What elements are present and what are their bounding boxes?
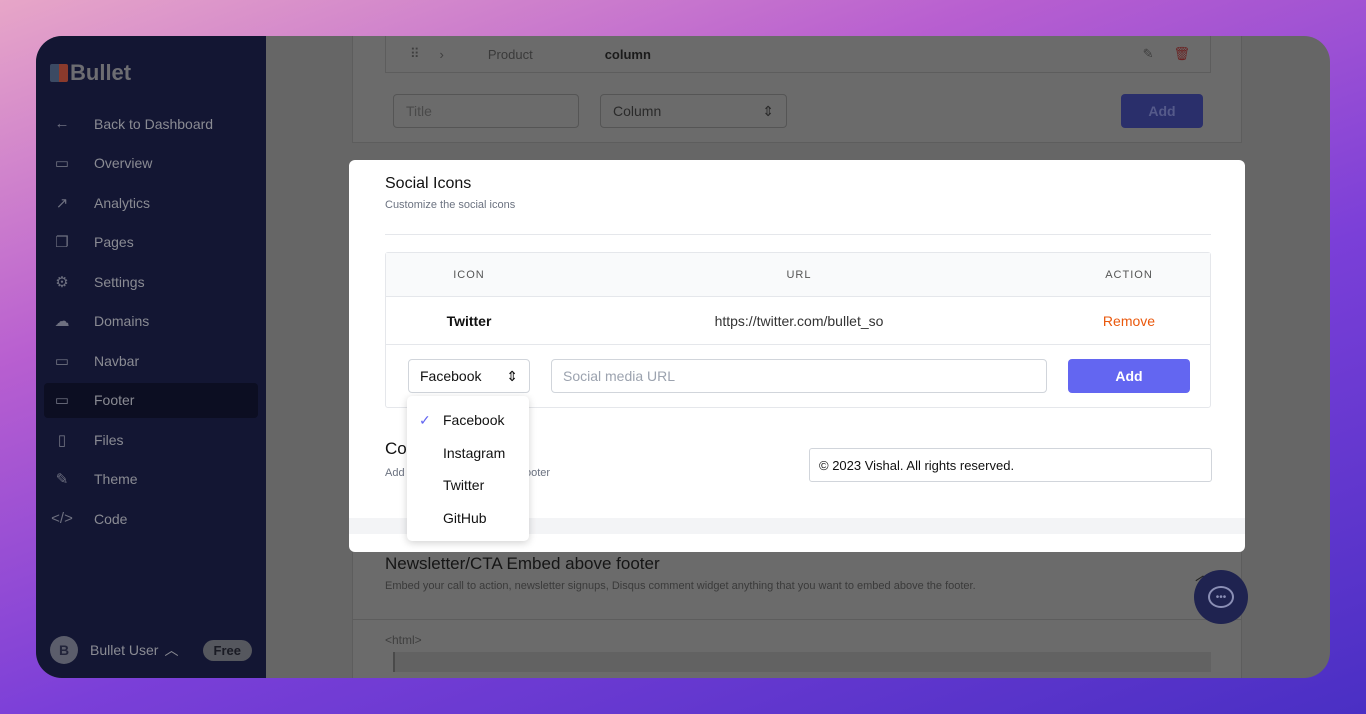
pages-icon: ❐ — [55, 234, 69, 251]
label: Back to Dashboard — [94, 115, 214, 132]
brand-name: Bullet — [70, 60, 132, 85]
newsletter-title: Newsletter/CTA Embed above footer — [385, 554, 660, 573]
divider — [353, 619, 1241, 620]
sidebar: Bullet ← Back to Dashboard ▭ Overview ↗ Ana… — [36, 36, 266, 678]
add-column-button[interactable]: Add — [1121, 94, 1203, 128]
option-twitter[interactable]: Twitter — [407, 469, 529, 502]
label: Domains — [94, 313, 150, 329]
option-github[interactable]: GitHub — [407, 502, 529, 535]
label: Overview — [94, 155, 153, 171]
modal-title: Social Icons — [385, 175, 472, 192]
code-label: <html> — [385, 633, 422, 647]
label: Settings — [94, 273, 145, 290]
app-window: Bullet ← Back to Dashboard ▭ Overview ↗ Ana… — [36, 36, 1330, 678]
sidebar-item-navbar[interactable]: ▭ Navbar — [44, 343, 258, 378]
column-select[interactable]: Column ⇕ — [600, 94, 787, 128]
trend-icon: ↗ — [55, 194, 69, 212]
divider — [385, 234, 1211, 235]
table-row: Twitter https://twitter.com/bullet_so Remo… — [386, 297, 1210, 345]
col-action: ACTION — [1105, 269, 1153, 281]
table-header: ICON URL ACTION — [386, 253, 1210, 297]
trash-icon[interactable]: 🗑 — [1173, 46, 1190, 62]
code-icon: </> — [51, 510, 73, 527]
sidebar-item-pages[interactable]: ❐ Pages — [44, 225, 258, 260]
option-instagram[interactable]: Instagram — [407, 437, 529, 470]
row-name: Product — [487, 46, 533, 62]
copyright-desc: Add — [385, 467, 405, 479]
cloud-icon: ☁ — [54, 313, 70, 330]
social-icons-modal: Social Icons Customize the social icons … — [349, 160, 1245, 552]
presentation-icon: ▭ — [54, 155, 70, 172]
modal-subtitle: Customize the social icons — [385, 199, 516, 211]
social-url-input[interactable]: Social media URL — [551, 359, 1047, 393]
copyright-value: © 2023 Vishal. All rights reserved. — [819, 458, 1015, 473]
avatar: B — [50, 636, 78, 664]
label: Instagram — [443, 444, 506, 461]
label: Theme — [94, 471, 138, 487]
newsletter-card: Newsletter/CTA Embed above footer Embed … — [352, 536, 1242, 678]
title-input[interactable]: Title — [393, 94, 579, 128]
newsletter-desc: Embed your call to action, newsletter si… — [385, 580, 976, 592]
drag-handle-icon[interactable]: ⠿ — [410, 46, 420, 62]
chevron-updown-icon: ⇕ — [762, 102, 774, 119]
chevron-updown-icon: ⇕ — [506, 367, 518, 384]
plan-badge: Free — [202, 639, 252, 661]
user-menu[interactable]: B Bullet User ︿ Free — [50, 636, 252, 664]
footer-icon: ▭ — [54, 392, 70, 409]
sidebar-item-theme[interactable]: ✎ Theme — [44, 462, 258, 497]
row-icon: Twitter — [446, 313, 492, 329]
sidebar-item-analytics[interactable]: ↗ Analytics — [44, 185, 258, 220]
option-facebook[interactable]: ✓ Facebook — [407, 404, 529, 437]
monitor-icon: ▭ — [54, 352, 70, 370]
label: Code — [94, 510, 128, 527]
brush-icon: ✎ — [55, 471, 69, 488]
brand-logo[interactable]: Bullet — [50, 60, 131, 86]
social-icons-table: ICON URL ACTION Twitter https://twitter.com… — [385, 252, 1211, 408]
sidebar-item-code[interactable]: </> Code — [44, 501, 258, 536]
check-icon: ✓ — [419, 411, 431, 428]
sidebar-nav: ← Back to Dashboard ▭ Overview ↗ Analytics … — [44, 106, 258, 541]
edit-icon[interactable]: ✎ — [1143, 46, 1154, 62]
logo-icon — [50, 64, 68, 82]
label: Footer — [94, 392, 135, 408]
copyright-title: Co — [385, 439, 407, 458]
chat-icon: ••• — [1208, 586, 1234, 608]
user-name: Bullet User — [90, 642, 159, 658]
chevron-up-icon: ︿ — [164, 642, 179, 658]
label: Pages — [94, 234, 134, 250]
arrow-left-icon: ← — [54, 115, 70, 132]
icon-dropdown-menu: ✓ Facebook Instagram Twitter GitHub — [407, 396, 529, 541]
remove-button[interactable]: Remove — [1103, 313, 1155, 329]
row-type: column — [604, 46, 651, 62]
code-editor[interactable] — [393, 652, 1211, 672]
label: GitHub — [443, 509, 487, 526]
row-url: https://twitter.com/bullet_so — [714, 313, 884, 329]
icon-select-value: Facebook — [420, 368, 482, 384]
column-select-value: Column — [613, 103, 662, 119]
file-icon: ▯ — [57, 431, 67, 449]
sidebar-item-files[interactable]: ▯ Files — [44, 422, 258, 457]
sidebar-item-back[interactable]: ← Back to Dashboard — [44, 106, 258, 141]
column-row: ⠿ › Product column ✎ 🗑 — [385, 36, 1211, 73]
copyright-input[interactable]: © 2023 Vishal. All rights reserved. — [809, 448, 1212, 482]
label: Navbar — [94, 352, 140, 369]
chevron-right-icon[interactable]: › — [440, 47, 444, 62]
icon-select[interactable]: Facebook ⇕ — [408, 359, 530, 393]
gear-icon: ⚙ — [55, 273, 69, 291]
col-icon: ICON — [453, 269, 485, 281]
sidebar-item-overview[interactable]: ▭ Overview — [44, 146, 258, 181]
sidebar-item-footer[interactable]: ▭ Footer — [44, 382, 258, 418]
label: Analytics — [94, 194, 151, 211]
add-social-button[interactable]: Add — [1068, 359, 1190, 393]
label: Twitter — [443, 477, 485, 494]
label: Files — [94, 431, 124, 448]
sidebar-item-settings[interactable]: ⚙ Settings — [44, 264, 258, 299]
chat-button[interactable]: ••• — [1194, 570, 1248, 624]
sidebar-item-domains[interactable]: ☁ Domains — [44, 304, 258, 339]
label: Facebook — [443, 412, 505, 429]
col-url: URL — [786, 269, 812, 281]
